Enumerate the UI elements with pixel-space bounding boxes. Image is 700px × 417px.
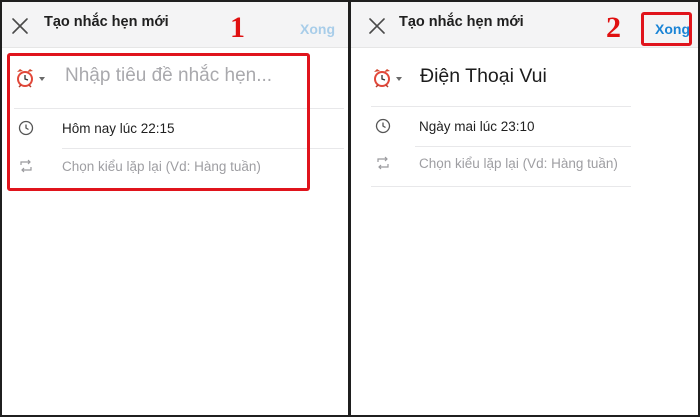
reminder-icon-picker[interactable] — [371, 67, 405, 89]
close-button[interactable] — [368, 17, 386, 35]
alarm-clock-icon — [374, 69, 402, 88]
header-bar: Tạo nhắc hẹn mới Xong — [2, 2, 348, 48]
page-title: Tạo nhắc hẹn mới — [44, 14, 169, 30]
reminder-time-row[interactable]: Ngày mai lúc 23:10 — [371, 110, 691, 146]
highlight-box — [7, 53, 310, 191]
reminder-time-text: Ngày mai lúc 23:10 — [419, 119, 535, 134]
caret-down-icon — [396, 77, 402, 81]
reminder-panel-step-2: Tạo nhắc hẹn mới Xong 2 Điện Thoại Vui N — [351, 2, 698, 415]
divider — [371, 106, 631, 107]
close-button[interactable] — [11, 17, 29, 35]
page-title: Tạo nhắc hẹn mới — [399, 14, 524, 30]
step-number-label: 1 — [230, 11, 245, 44]
repeat-icon — [377, 156, 389, 170]
divider — [371, 186, 631, 187]
clock-icon — [375, 118, 391, 134]
close-icon — [12, 18, 28, 34]
repeat-option-text: Chọn kiểu lặp lại (Vd: Hàng tuần) — [419, 156, 618, 171]
done-button[interactable]: Xong — [300, 21, 335, 37]
reminder-title-input[interactable]: Điện Thoại Vui — [420, 65, 547, 88]
reminder-panel-step-1: Tạo nhắc hẹn mới Xong 1 Nhập tiêu đề nhắ… — [2, 2, 348, 415]
close-icon — [369, 18, 385, 34]
step-number-label: 2 — [606, 11, 621, 44]
repeat-option-row[interactable]: Chọn kiểu lặp lại (Vd: Hàng tuần) — [371, 147, 691, 183]
highlight-box — [641, 12, 692, 46]
title-row: Điện Thoại Vui — [371, 60, 691, 106]
